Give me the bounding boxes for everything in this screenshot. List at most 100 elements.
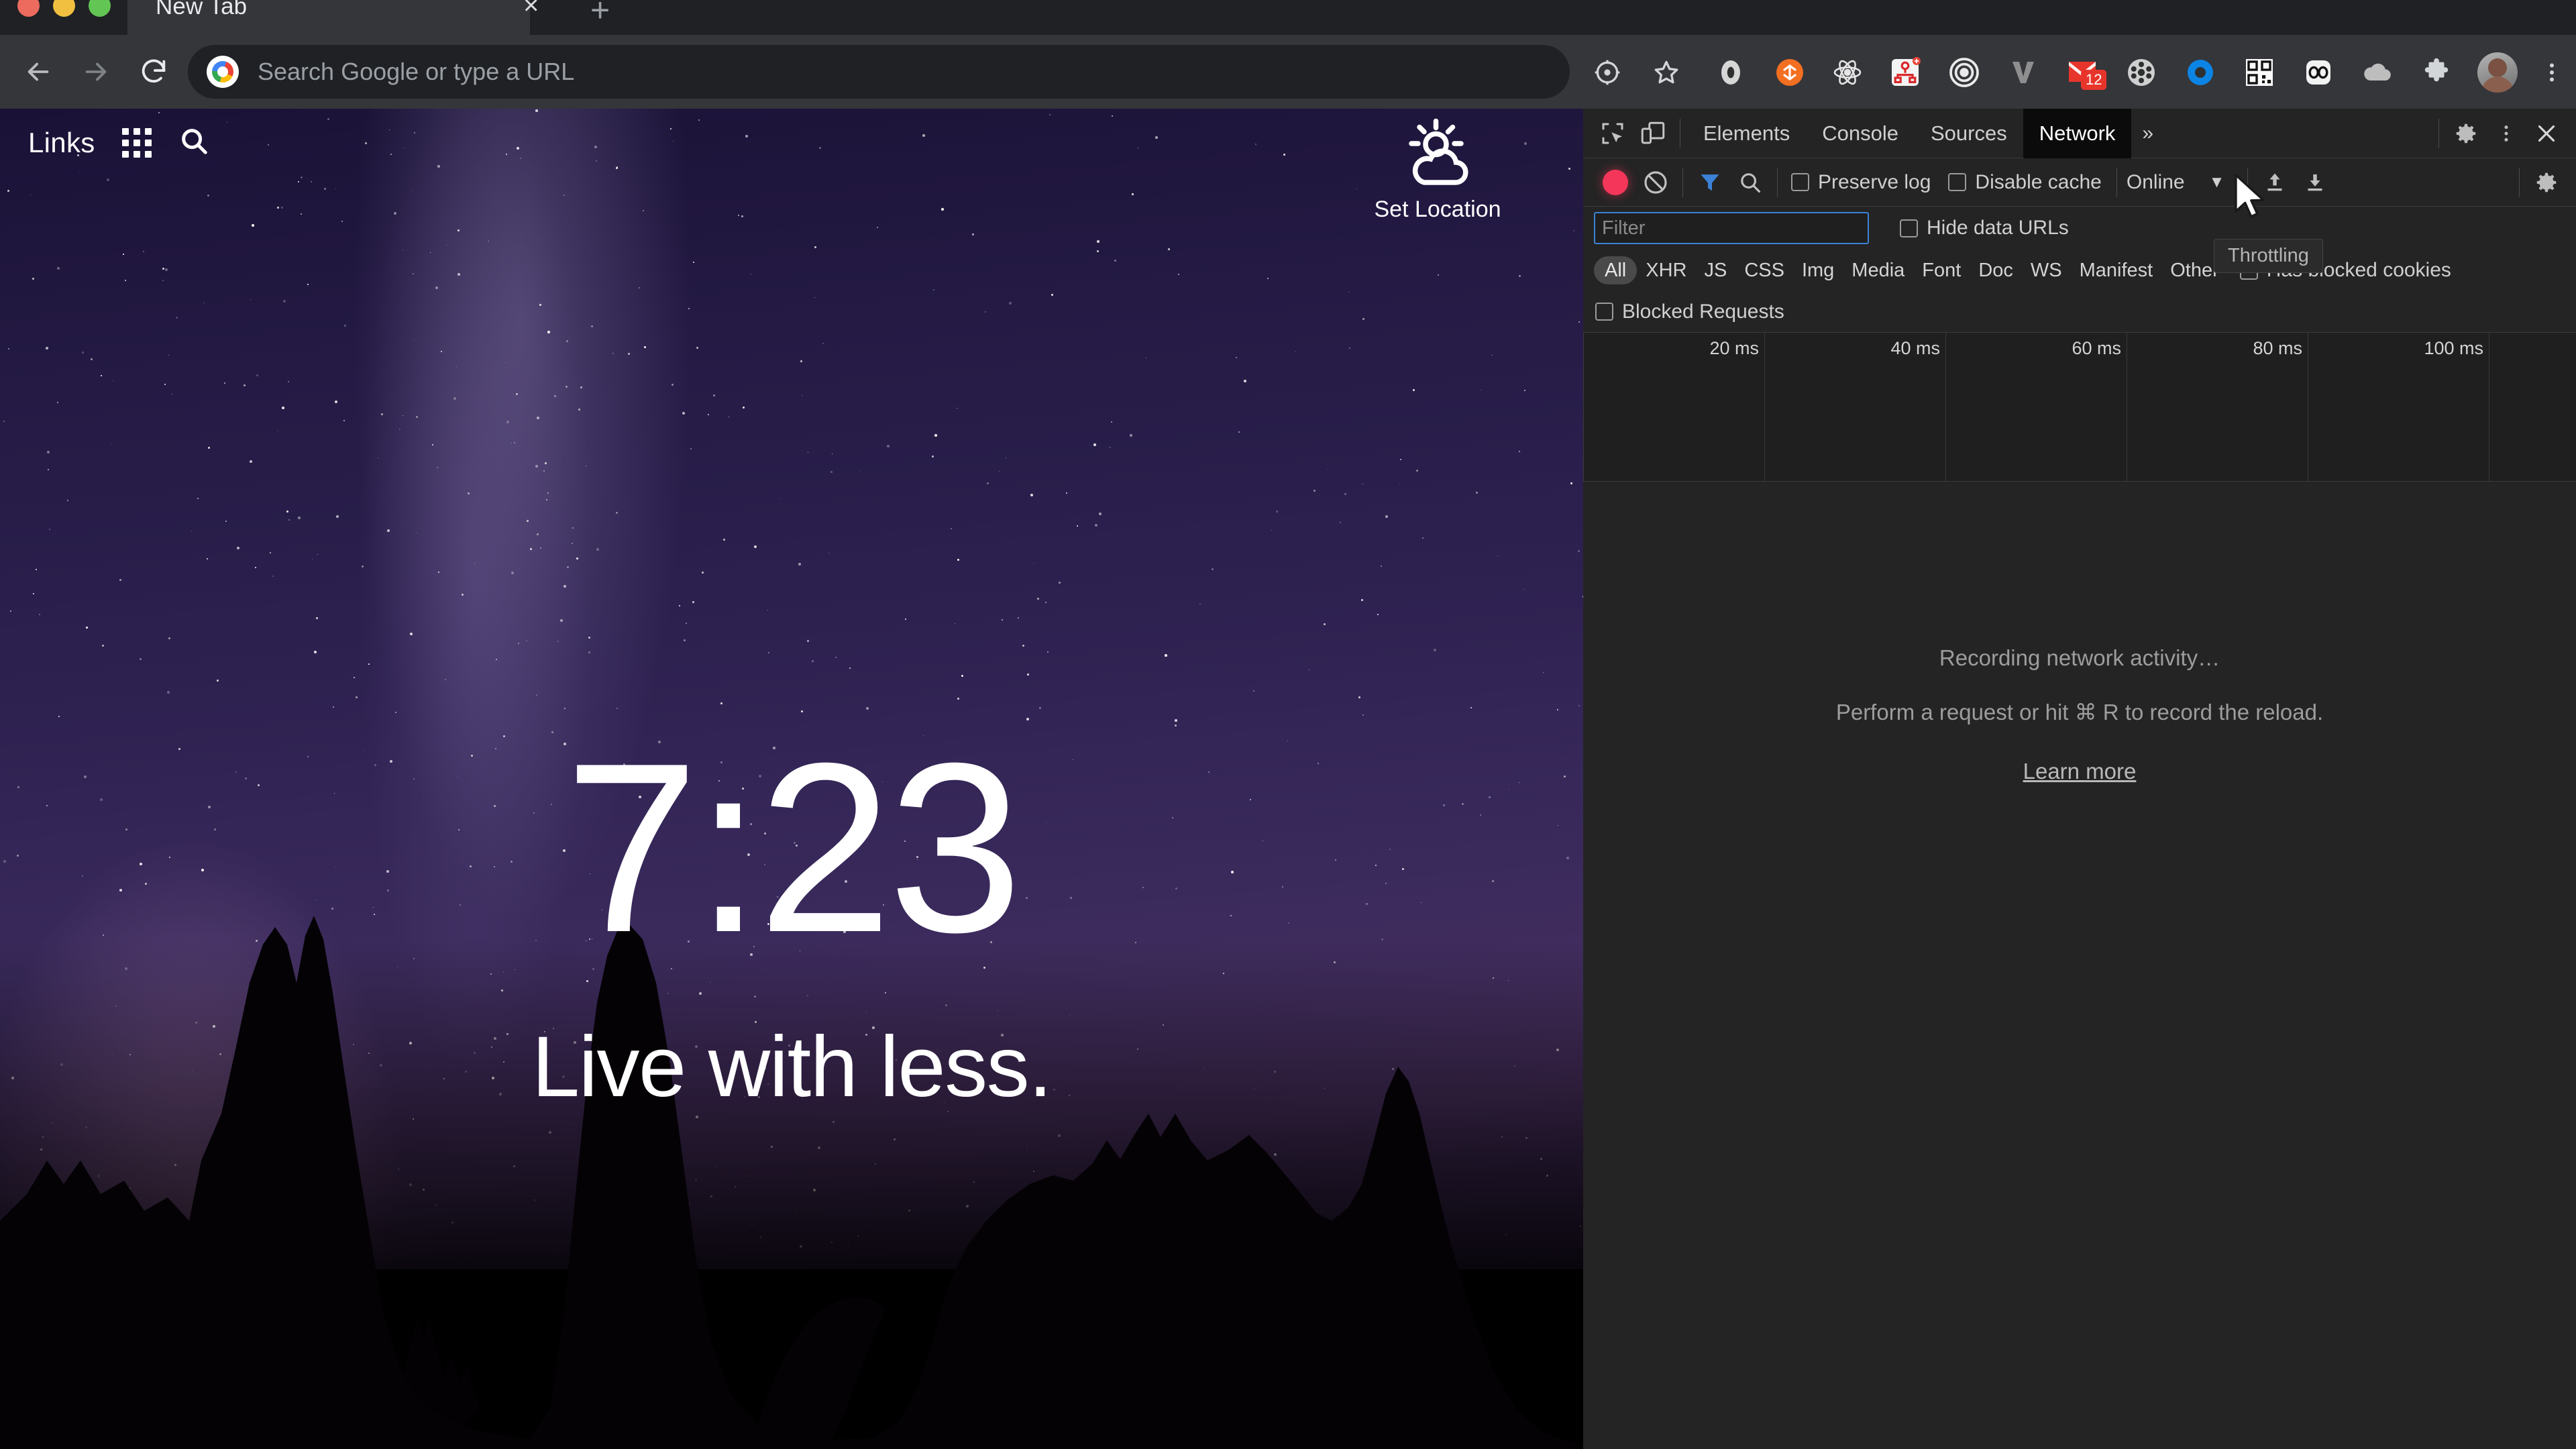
puzzle-extensions-icon[interactable]: [2418, 54, 2455, 91]
filter-doc[interactable]: Doc: [1970, 256, 2022, 284]
window-controls: [17, 0, 111, 17]
filter-css[interactable]: CSS: [1735, 256, 1793, 284]
chevron-down-icon[interactable]: ▼: [2209, 173, 2225, 192]
tab-network[interactable]: Network: [2023, 108, 2132, 158]
sun-behind-cloud-icon: [1409, 118, 1468, 185]
bookmark-star-icon[interactable]: [1648, 54, 1685, 91]
profile-avatar-icon[interactable]: [2477, 52, 2518, 93]
apps-grid-icon[interactable]: [121, 127, 152, 158]
throttling-select[interactable]: Online: [2127, 171, 2185, 194]
import-har-icon: [2267, 173, 2282, 191]
blue-ring-extension-icon[interactable]: [2182, 54, 2219, 91]
preserve-log-checkbox[interactable]: [1791, 173, 1809, 191]
reload-icon: [142, 59, 166, 83]
learn-more-link[interactable]: Learn more: [1583, 759, 2576, 784]
gmail-extension-icon[interactable]: 12: [2063, 54, 2107, 91]
network-toolbar: Preserve log Disable cache Online ▼: [1583, 158, 2576, 207]
filter-all[interactable]: All: [1594, 256, 1638, 284]
back-button[interactable]: [15, 48, 62, 95]
network-filter-bar: Filter Hide data URLs Throttling: [1583, 207, 2576, 273]
hide-data-urls-label: Hide data URLs: [1927, 217, 2069, 239]
filter-toggle-button[interactable]: [1690, 163, 1730, 202]
tab-elements[interactable]: Elements: [1687, 109, 1806, 158]
network-timeline-ruler[interactable]: 20 ms 40 ms 60 ms 80 ms 100 ms: [1583, 333, 2576, 482]
tab-close-button[interactable]: ×: [523, 0, 539, 21]
divider: [1777, 167, 1778, 197]
preserve-log-option[interactable]: Preserve log: [1791, 171, 1931, 194]
inspect-element-button[interactable]: [1593, 114, 1633, 153]
search-button[interactable]: [1730, 163, 1770, 202]
grey-ring-extension-icon[interactable]: [1712, 54, 1750, 91]
set-location-label[interactable]: Set Location: [1327, 197, 1548, 223]
devtools-tab-bar: Elements Console Sources Network »: [1583, 108, 2576, 158]
tab-sources[interactable]: Sources: [1915, 109, 2023, 158]
gear-icon: [2456, 123, 2476, 143]
v-letter-extension-icon[interactable]: [2004, 54, 2042, 91]
hide-data-urls-option[interactable]: Hide data URLs: [1900, 217, 2069, 239]
reload-button[interactable]: [130, 48, 177, 95]
tab-console[interactable]: Console: [1806, 109, 1915, 158]
timeline-tick: 40 ms: [1890, 338, 1940, 358]
devtools-more-options-button[interactable]: [2486, 114, 2526, 153]
export-har-icon: [2308, 174, 2322, 191]
filter-media[interactable]: Media: [1843, 256, 1913, 284]
search-icon[interactable]: [178, 125, 209, 160]
disable-cache-checkbox[interactable]: [1948, 173, 1967, 191]
divider: [2519, 167, 2520, 197]
weather-widget[interactable]: Set Location: [1327, 117, 1548, 223]
orange-circle-extension-icon[interactable]: [1771, 54, 1809, 91]
filter-img[interactable]: Img: [1793, 256, 1843, 284]
blocked-requests-checkbox[interactable]: [1595, 303, 1613, 321]
timeline-tick: 60 ms: [2072, 338, 2121, 358]
sitemap-extension-icon[interactable]: [1886, 54, 1924, 91]
gmail-unread-badge: 12: [2081, 70, 2107, 90]
forward-arrow-icon: [85, 62, 107, 81]
filter-ws[interactable]: WS: [2022, 256, 2071, 284]
import-har-button[interactable]: [2255, 163, 2295, 202]
perform-request-hint: Perform a request or hit ⌘ R to record t…: [1835, 700, 2324, 724]
record-button[interactable]: [1595, 163, 1635, 202]
disable-cache-option[interactable]: Disable cache: [1948, 171, 2102, 194]
preserve-log-label: Preserve log: [1818, 170, 1931, 193]
clear-button[interactable]: [1635, 163, 1676, 202]
back-arrow-icon: [28, 62, 49, 81]
close-window-button[interactable]: [17, 0, 40, 17]
forward-button[interactable]: [72, 48, 119, 95]
devtools-close-button[interactable]: [2526, 114, 2567, 153]
resource-type-filters: All XHR JS CSS Img Media Font Doc WS Man…: [1583, 250, 2576, 291]
timeline-tick: 80 ms: [2253, 338, 2302, 358]
chrome-menu-icon[interactable]: [2533, 54, 2571, 91]
filter-js[interactable]: JS: [1695, 256, 1735, 284]
location-target-icon[interactable]: [1589, 54, 1626, 91]
filter-xhr[interactable]: XHR: [1637, 256, 1695, 284]
links-label[interactable]: Links: [28, 127, 95, 159]
minimize-window-button[interactable]: [53, 0, 75, 17]
new-tab-button[interactable]: +: [590, 0, 610, 30]
filter-manifest[interactable]: Manifest: [2071, 256, 2162, 284]
filter-font[interactable]: Font: [1913, 256, 1970, 284]
network-empty-state: Recording network activity… Perform a re…: [1583, 645, 2576, 784]
hide-data-urls-checkbox[interactable]: [1900, 219, 1918, 237]
device-toolbar-button[interactable]: [1633, 114, 1673, 153]
avatar: [2477, 52, 2518, 93]
timeline-gridlines: 20 ms 40 ms 60 ms 80 ms 100 ms: [1583, 333, 2576, 481]
divider: [2116, 167, 2117, 197]
more-tabs-button[interactable]: »: [2131, 122, 2164, 145]
film-reel-extension-icon[interactable]: [2123, 54, 2160, 91]
browser-tab-strip: New Tab × +: [0, 0, 2576, 35]
export-har-button[interactable]: [2295, 163, 2335, 202]
devtools-settings-button[interactable]: [2446, 114, 2486, 153]
cloud-extension-icon[interactable]: [2359, 54, 2396, 91]
target-rings-extension-icon[interactable]: [1945, 54, 1983, 91]
goggles-extension-icon[interactable]: [2300, 54, 2337, 91]
blocked-requests-option[interactable]: Blocked Requests: [1583, 291, 2576, 333]
filter-input[interactable]: Filter: [1594, 212, 1869, 244]
divider: [1682, 167, 1683, 197]
omnibox[interactable]: Search Google or type a URL: [188, 45, 1570, 99]
react-atom-extension-icon[interactable]: [1829, 54, 1866, 91]
qr-code-extension-icon[interactable]: [2241, 54, 2278, 91]
maximize-window-button[interactable]: [89, 0, 111, 17]
network-settings-button[interactable]: [2526, 163, 2567, 202]
inspect-element-icon: [1602, 123, 1623, 144]
tagline: Live with less.: [531, 1019, 1053, 1115]
